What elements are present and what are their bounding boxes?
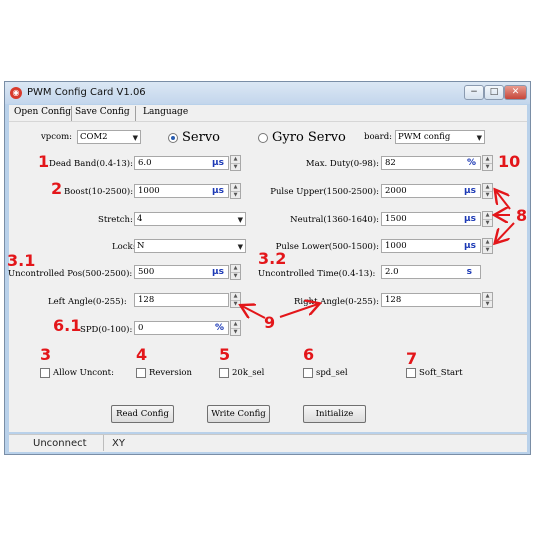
arrow-9-to-left-angle — [242, 306, 266, 319]
annotation-3-2: 3.2 — [258, 249, 287, 268]
arrow-9-to-right-angle — [279, 304, 318, 318]
arrow-8-to-pulse-lower — [496, 222, 515, 242]
annotation-5: 5 — [219, 345, 231, 364]
annotation-6-1: 6.1 — [53, 316, 82, 335]
annotation-3: 3 — [40, 345, 52, 364]
annotation-2: 2 — [51, 179, 63, 198]
annotation-10: 10 — [498, 152, 521, 171]
arrow-8-to-pulse-upper — [496, 191, 511, 210]
annotation-7: 7 — [406, 349, 418, 368]
annotation-arrows — [0, 0, 515, 319]
annotation-3-1: 3.1 — [7, 251, 36, 270]
annotation-4: 4 — [136, 345, 148, 364]
annotation-9: 9 — [264, 313, 276, 332]
annotation-6: 6 — [303, 345, 315, 364]
annotation-1: 1 — [38, 152, 50, 171]
annotation-8: 8 — [516, 206, 528, 225]
